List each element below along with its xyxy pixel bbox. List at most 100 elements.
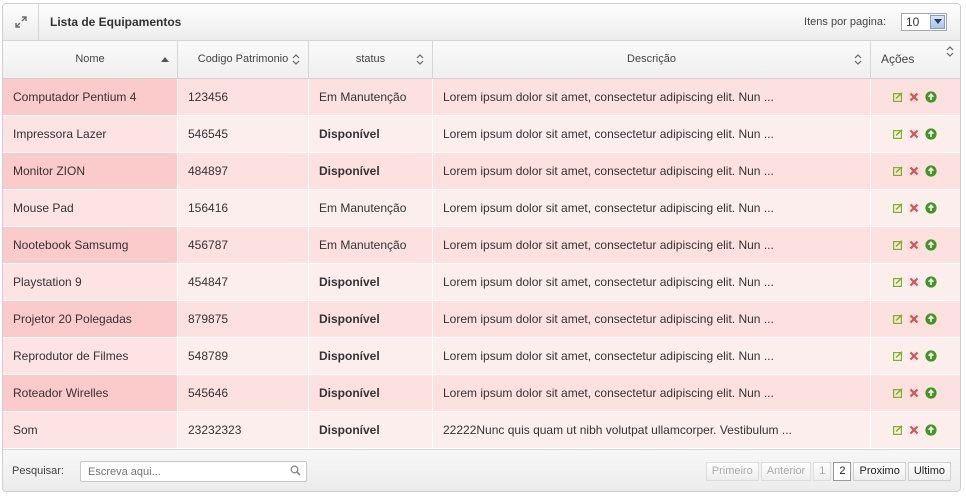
upload-icon[interactable]: [925, 276, 937, 288]
upload-icon[interactable]: [925, 128, 937, 140]
cell-status: Disponível: [309, 375, 433, 411]
cell-status: Disponível: [309, 412, 433, 448]
cell-codigo: 23232323: [178, 412, 309, 448]
cell-status: Disponível: [309, 264, 433, 300]
table-footer: Pesquisar: Primeiro Anterior 1 2 Proximo…: [3, 449, 960, 491]
pager-last-button[interactable]: Ultimo: [907, 462, 951, 481]
per-page-label: Itens por pagina:: [804, 16, 886, 28]
cell-nome: Monitor ZION: [3, 153, 178, 189]
edit-icon[interactable]: [893, 425, 903, 435]
upload-icon[interactable]: [925, 424, 937, 436]
delete-icon[interactable]: [909, 92, 919, 102]
edit-icon[interactable]: [893, 203, 903, 213]
widget-header: Lista de Equipamentos Itens por pagina: …: [3, 4, 960, 41]
table-row[interactable]: Nootebook Samsumg 456787 Em Manutenção Lore…: [3, 227, 960, 264]
table-row[interactable]: Som 23232323 Disponível 22222Nunc quis quam…: [3, 412, 960, 449]
cell-status: Disponível: [309, 338, 433, 374]
table-row[interactable]: Mouse Pad 156416 Em Manutenção Lorem ipsum …: [3, 190, 960, 227]
search-input[interactable]: [81, 462, 288, 481]
pager-first-button[interactable]: Primeiro: [705, 462, 759, 481]
edit-icon[interactable]: [893, 314, 903, 324]
cell-codigo: 548789: [178, 338, 309, 374]
cell-nome: Reprodutor de Filmes: [3, 338, 178, 374]
table-row[interactable]: Projetor 20 Polegadas 879875 Disponível Lor…: [3, 301, 960, 338]
edit-icon[interactable]: [893, 388, 903, 398]
edit-icon[interactable]: [893, 129, 903, 139]
search-icon[interactable]: [290, 465, 301, 479]
cell-actions: [871, 227, 960, 263]
cell-actions: [871, 264, 960, 300]
cell-nome: Impressora Lazer: [3, 116, 178, 152]
cell-descricao: Lorem ipsum dolor sit amet, consectetur …: [433, 338, 871, 374]
delete-icon[interactable]: [909, 351, 919, 361]
edit-icon[interactable]: [893, 240, 903, 250]
delete-icon[interactable]: [909, 425, 919, 435]
cell-nome: Roteador Wirelles: [3, 375, 178, 411]
cell-descricao: Lorem ipsum dolor sit amet, consectetur …: [433, 264, 871, 300]
cell-descricao: Lorem ipsum dolor sit amet, consectetur …: [433, 153, 871, 189]
pager-prev-button[interactable]: Anterior: [760, 462, 812, 481]
per-page-select[interactable]: 10: [901, 13, 947, 31]
cell-descricao: Lorem ipsum dolor sit amet, consectetur …: [433, 227, 871, 263]
delete-icon[interactable]: [909, 129, 919, 139]
upload-icon[interactable]: [925, 350, 937, 362]
cell-nome: Nootebook Samsumg: [3, 227, 178, 263]
upload-icon[interactable]: [925, 165, 937, 177]
cell-descricao: Lorem ipsum dolor sit amet, consectetur …: [433, 190, 871, 226]
upload-icon[interactable]: [925, 313, 937, 325]
delete-icon[interactable]: [909, 277, 919, 287]
expand-button[interactable]: [3, 4, 39, 40]
column-label: Descrição: [627, 53, 676, 65]
delete-icon[interactable]: [909, 388, 919, 398]
upload-icon[interactable]: [925, 387, 937, 399]
table-row[interactable]: Impressora Lazer 546545 Disponível Lorem ip…: [3, 116, 960, 153]
cell-descricao: Lorem ipsum dolor sit amet, consectetur …: [433, 79, 871, 115]
cell-nome: Playstation 9: [3, 264, 178, 300]
cell-nome: Computador Pentium 4: [3, 79, 178, 115]
column-header-status[interactable]: status: [309, 41, 433, 78]
upload-icon[interactable]: [925, 202, 937, 214]
sort-icon: [416, 41, 424, 78]
column-header-codigo[interactable]: Codigo Patrimonio: [178, 41, 309, 78]
sort-icon: [854, 41, 862, 78]
cell-actions: [871, 301, 960, 337]
pager-next-button[interactable]: Proximo: [853, 462, 906, 481]
table-row[interactable]: Roteador Wirelles 545646 Disponível Lorem i…: [3, 375, 960, 412]
edit-icon[interactable]: [893, 166, 903, 176]
edit-icon[interactable]: [893, 277, 903, 287]
cell-nome: Som: [3, 412, 178, 448]
cell-status: Em Manutenção: [309, 227, 433, 263]
cell-codigo: 545646: [178, 375, 309, 411]
cell-codigo: 484897: [178, 153, 309, 189]
delete-icon[interactable]: [909, 314, 919, 324]
edit-icon[interactable]: [893, 351, 903, 361]
upload-icon[interactable]: [925, 239, 937, 251]
table-row[interactable]: Playstation 9 454847 Disponível Lorem ipsum…: [3, 264, 960, 301]
delete-icon[interactable]: [909, 203, 919, 213]
pagination: Primeiro Anterior 1 2 Proximo Ultimo: [705, 462, 951, 481]
cell-codigo: 454847: [178, 264, 309, 300]
cell-codigo: 879875: [178, 301, 309, 337]
pager-page-2[interactable]: 2: [833, 462, 852, 481]
sort-icon: [292, 41, 300, 78]
cell-status: Disponível: [309, 153, 433, 189]
upload-icon[interactable]: [925, 91, 937, 103]
equipment-widget: Lista de Equipamentos Itens por pagina: …: [2, 3, 961, 492]
cell-actions: [871, 190, 960, 226]
cell-actions: [871, 412, 960, 448]
column-header-nome[interactable]: Nome: [3, 41, 178, 78]
delete-icon[interactable]: [909, 240, 919, 250]
pager-page-1[interactable]: 1: [813, 462, 832, 481]
delete-icon[interactable]: [909, 166, 919, 176]
cell-status: Em Manutenção: [309, 190, 433, 226]
cell-nome: Mouse Pad: [3, 190, 178, 226]
edit-icon[interactable]: [893, 92, 903, 102]
column-header-acoes[interactable]: Ações: [871, 41, 960, 78]
sort-icon: [946, 41, 954, 83]
chevron-down-icon: [930, 15, 945, 29]
table-row[interactable]: Monitor ZION 484897 Disponível Lorem ipsum …: [3, 153, 960, 190]
table-row[interactable]: Computador Pentium 4 123456 Em Manutenção L…: [3, 79, 960, 116]
per-page-value: 10: [906, 15, 920, 29]
column-header-descricao[interactable]: Descrição: [433, 41, 871, 78]
table-row[interactable]: Reprodutor de Filmes 548789 Disponível Lore…: [3, 338, 960, 375]
